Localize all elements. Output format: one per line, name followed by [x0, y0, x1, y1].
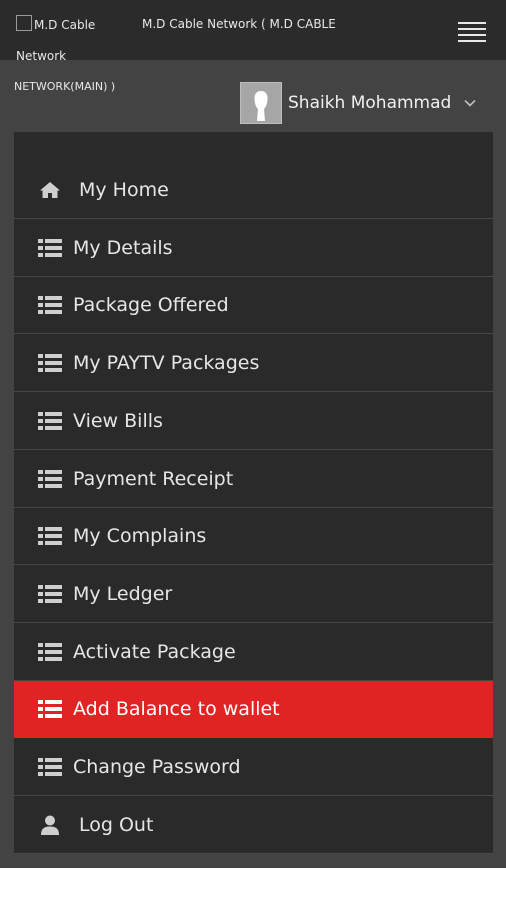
list-icon [37, 295, 63, 315]
menu-item-label: My Details [73, 237, 173, 259]
menu-item[interactable]: Change Password [14, 739, 493, 796]
menu-item-label: My PAYTV Packages [73, 352, 260, 374]
list-icon [37, 642, 63, 662]
user-icon [37, 815, 63, 835]
menu-item[interactable]: Package Offered [14, 277, 493, 334]
menu-item-label: Log Out [79, 814, 154, 836]
menu-item-label: Payment Receipt [73, 468, 234, 490]
menu-item-label: Add Balance to wallet [73, 698, 280, 720]
logo-alt-text-line1: M.D Cable [34, 18, 96, 32]
menu-item-label: My Ledger [73, 583, 173, 605]
list-icon [37, 584, 63, 604]
list-icon [37, 238, 63, 258]
logo-alt-text-line2: Network [16, 49, 67, 63]
list-icon [37, 411, 63, 431]
user-dropdown[interactable]: Shaikh Mohammad [240, 82, 477, 124]
menu-item[interactable]: My Ledger [14, 566, 493, 623]
avatar [240, 82, 282, 124]
menu-item[interactable]: Log Out [14, 797, 493, 854]
network-title-continued: NETWORK(MAIN) ) [14, 80, 116, 93]
menu-item-label: View Bills [73, 410, 163, 432]
menu-item-label: Activate Package [73, 641, 236, 663]
chevron-down-icon [464, 99, 476, 107]
broken-image-icon [16, 15, 32, 31]
menu-item[interactable]: My Details [14, 220, 493, 277]
menu-item[interactable]: My Complains [14, 508, 493, 565]
side-menu: My Home My Details Package Offered My PAYTV… [14, 132, 493, 854]
person-silhouette-icon [241, 83, 281, 123]
menu-item[interactable]: My PAYTV Packages [14, 335, 493, 392]
top-bar: M.D Cable Network M.D Cable Network ( M.… [0, 0, 506, 63]
app-page: M.D Cable Network M.D Cable Network ( M.… [0, 0, 506, 868]
menu-item[interactable]: Activate Package [14, 624, 493, 681]
list-icon [37, 699, 63, 719]
menu-item[interactable]: View Bills [14, 393, 493, 450]
menu-item-label: My Complains [73, 525, 207, 547]
hamburger-icon[interactable] [458, 22, 486, 42]
menu-item-label: Package Offered [73, 294, 229, 316]
list-icon [37, 469, 63, 489]
menu-item[interactable]: Add Balance to wallet [14, 681, 493, 738]
list-icon [37, 757, 63, 777]
menu-item[interactable]: My Home [14, 162, 493, 219]
home-icon [37, 180, 63, 200]
menu-item-label: My Home [79, 179, 169, 201]
list-icon [37, 526, 63, 546]
menu-item[interactable]: Payment Receipt [14, 451, 493, 508]
user-name: Shaikh Mohammad [288, 93, 452, 113]
menu-item-label: Change Password [73, 756, 241, 778]
list-icon [37, 353, 63, 373]
network-title: M.D Cable Network ( M.D CABLE [142, 17, 336, 31]
